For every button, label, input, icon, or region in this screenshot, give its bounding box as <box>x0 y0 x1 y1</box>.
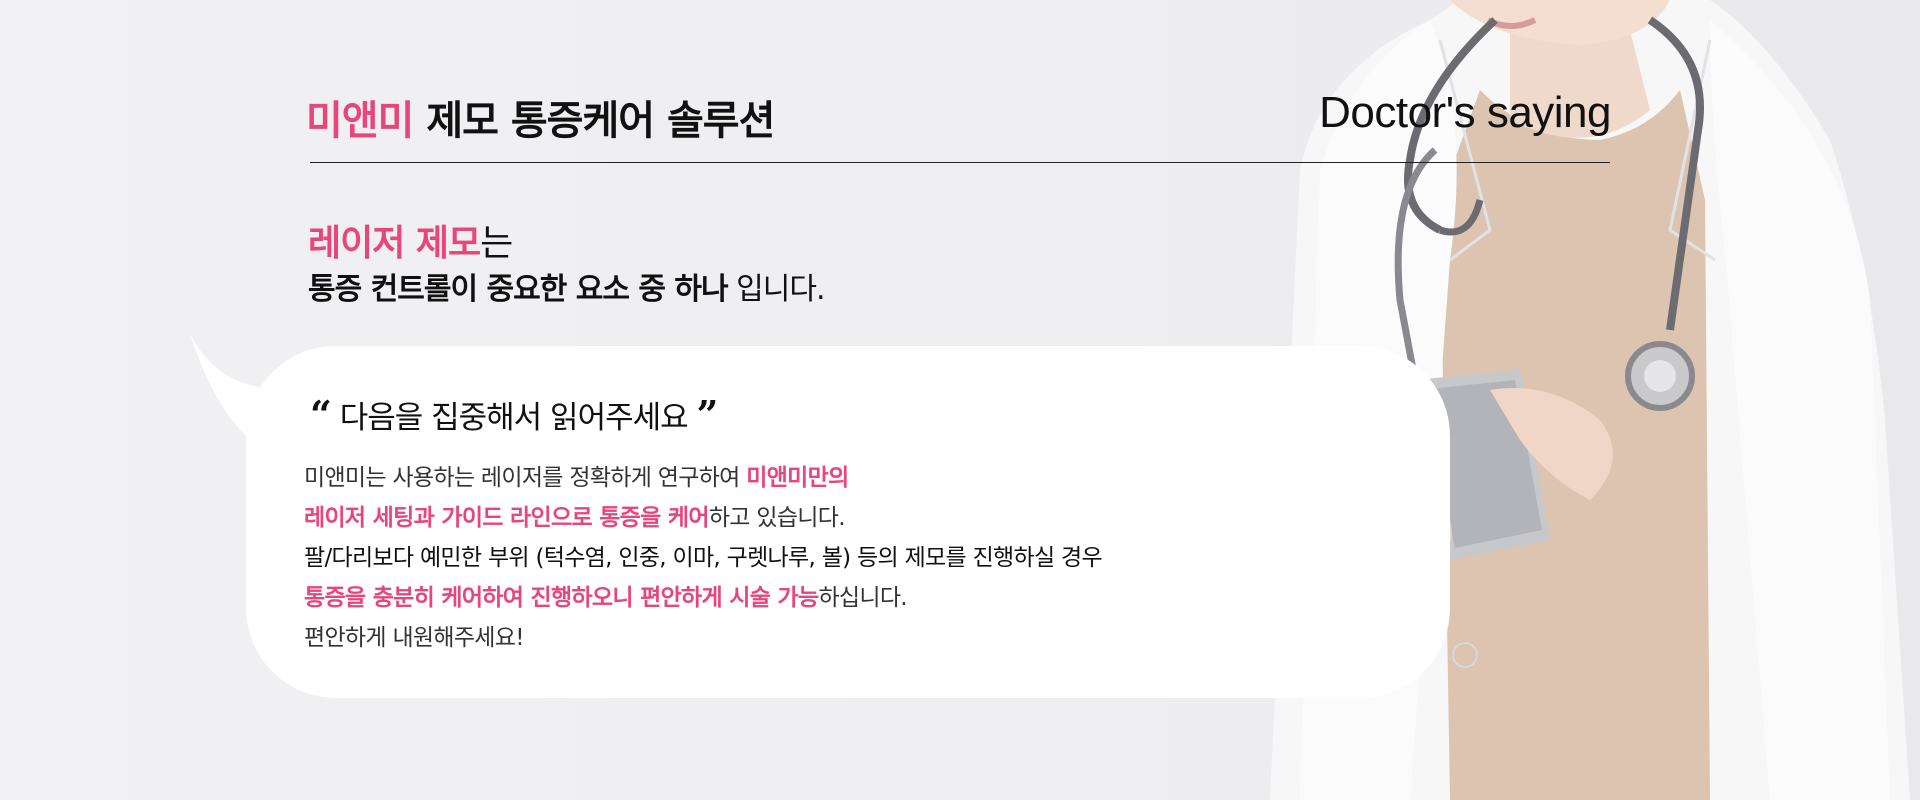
quote-text: 다음을 집중해서 읽어주세요 <box>330 400 697 436</box>
headline-rest: 입니다. <box>727 272 825 307</box>
body-line-2-text: 하고 있습니다. <box>708 505 846 531</box>
body-line-4-text: 하십니다. <box>818 585 907 611</box>
body-line-2: 레이저 세팅과 가이드 라인으로 통증을 케어하고 있습니다. <box>304 498 1102 538</box>
body-line-4-highlight: 통증을 충분히 케어하여 진행하오니 편안하게 시술 가능 <box>304 585 819 611</box>
body-line-1-highlight: 미앤미만의 <box>746 465 849 491</box>
headline-bold-text: 통증 컨트롤이 중요한 요소 중 하나 <box>308 272 729 307</box>
page-title-rest: 제모 통증케어 솔루션 <box>413 98 775 144</box>
doctor-saying-label: Doctor's saying <box>1319 88 1611 137</box>
body-line-5: 편안하게 내원해주세요! <box>304 625 524 651</box>
headline-suffix: 는 <box>480 223 513 264</box>
body-text: 미앤미는 사용하는 레이저를 정확하게 연구하여 미앤미만의 레이저 세팅과 가… <box>304 458 1103 658</box>
body-line-4: 통증을 충분히 케어하여 진행하오니 편안하게 시술 가능하십니다. <box>304 578 1102 618</box>
body-line-2-highlight: 레이저 세팅과 가이드 라인으로 통증을 케어 <box>304 505 710 531</box>
brand-name: 미앤미 <box>306 98 414 144</box>
body-line-1-text: 미앤미는 사용하는 레이저를 정확하게 연구하여 <box>304 465 747 491</box>
headline-highlight: 레이저 제모 <box>308 223 481 264</box>
body-line-3: 팔/다리보다 예민한 부위 (턱수염, 인중, 이마, 구렛나루, 볼) 등의 … <box>304 545 1103 571</box>
quote-title: “ 다음을 집중해서 읽어주세요 ” <box>310 392 719 437</box>
open-quote-mark: “ <box>310 392 332 437</box>
header-divider <box>310 162 1610 163</box>
body-line-1: 미앤미는 사용하는 레이저를 정확하게 연구하여 미앤미만의 <box>304 458 1102 498</box>
headline-line-1: 레이저 제모는 <box>308 214 513 266</box>
page-title: 미앤미 제모 통증케어 솔루션 <box>306 88 775 146</box>
close-quote-mark: ” <box>696 392 719 437</box>
headline-line-2: 통증 컨트롤이 중요한 요소 중 하나 입니다. <box>308 264 825 308</box>
